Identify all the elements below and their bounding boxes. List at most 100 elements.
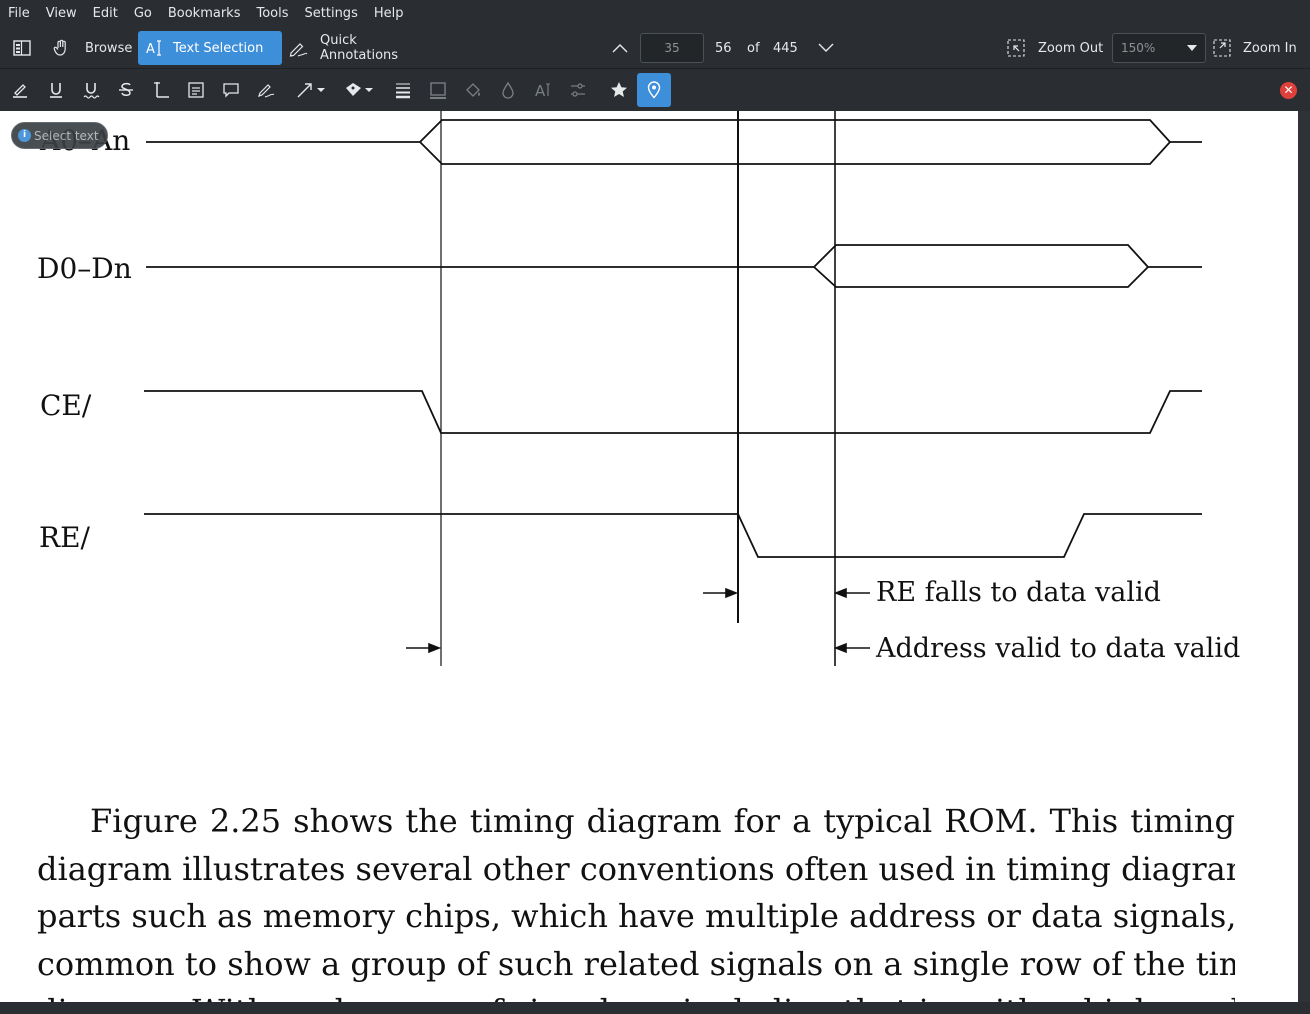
annotation-settings-button [561, 73, 595, 107]
zoom-out-icon [1007, 39, 1025, 57]
menu-go[interactable]: Go [134, 6, 152, 21]
ce-waveform [144, 390, 1202, 434]
quick-annotations-label: Quick Annotations [320, 33, 399, 63]
location-pin-icon [647, 81, 661, 99]
paragraph-line: common to show a group of such related s… [37, 944, 1235, 983]
border-color-button [421, 73, 455, 107]
quick-annotations-button[interactable]: Quick Annotations [288, 31, 438, 65]
paragraph-line: parts such as memory chips, which have m… [37, 897, 1235, 935]
fill-color-button [456, 73, 490, 107]
text-cursor-icon: A [146, 40, 161, 57]
signal-label-data: D0–Dn [37, 252, 132, 285]
text-baseline-icon [154, 82, 169, 98]
zoom-level-select[interactable]: 150% [1112, 33, 1206, 63]
bottom-bar [0, 1002, 1310, 1014]
signal-label-ce: CE/ [40, 389, 92, 422]
highlighter-icon [13, 84, 27, 98]
annotation-toolbar: A ✕ [0, 70, 1310, 110]
svg-text:A: A [146, 42, 155, 57]
document-view[interactable]: A0–An D0–Dn CE/ RE/ RE falls to data val… [0, 111, 1310, 1002]
inline-note-button[interactable] [179, 73, 213, 107]
previous-page-button[interactable] [608, 31, 632, 65]
paragraph-line: Figure 2.25 shows the timing diagram for… [90, 802, 1235, 840]
total-pages-label: 445 [773, 40, 798, 56]
annotation-address-valid: Address valid to data valid [875, 633, 1240, 664]
stamp-button[interactable] [338, 73, 378, 107]
menu-view[interactable]: View [46, 6, 77, 21]
font-button: A [526, 73, 560, 107]
next-page-button[interactable] [814, 31, 838, 65]
signal-label-re: RE/ [39, 521, 91, 554]
zoom-in-button[interactable]: Zoom In [1212, 31, 1308, 65]
sliders-icon [571, 83, 585, 97]
browse-tool-button[interactable]: Browse [48, 31, 132, 65]
stamp-icon [346, 83, 373, 96]
pdf-page: A0–An D0–Dn CE/ RE/ RE falls to data val… [0, 111, 1298, 1002]
close-annotation-toolbar-icon[interactable]: ✕ [1280, 82, 1297, 99]
current-page-label: 56 [715, 40, 732, 56]
squiggly-underline-button[interactable] [74, 73, 108, 107]
data-bus-valid [813, 244, 1150, 288]
favorite-button[interactable] [602, 73, 636, 107]
zoom-level-value: 150% [1121, 41, 1156, 55]
geometric-shapes-button[interactable] [290, 73, 330, 107]
text-selection-label: Text Selection [173, 40, 264, 56]
menu-file[interactable]: File [8, 6, 30, 21]
arrow-line-icon [297, 83, 325, 98]
zoom-out-label: Zoom Out [1038, 40, 1104, 56]
menu-settings[interactable]: Settings [305, 6, 358, 21]
timing-diagram: A0–An D0–Dn CE/ RE/ RE falls to data val… [37, 111, 1240, 666]
chevron-up-icon [612, 44, 628, 53]
menu-edit[interactable]: Edit [93, 6, 118, 21]
of-label: of [747, 40, 760, 56]
zoom-in-icon [1213, 39, 1231, 57]
select-text-tooltip: i Select text [11, 122, 108, 149]
line-width-icon [396, 83, 410, 99]
border-color-icon [430, 82, 446, 99]
typewriter-button[interactable] [144, 73, 178, 107]
annotation-re-falls: RE falls to data valid [876, 577, 1161, 608]
pin-toolbar-button[interactable] [637, 73, 671, 107]
opacity-button [491, 73, 525, 107]
popup-note-button[interactable] [214, 73, 248, 107]
underline-icon [50, 83, 62, 98]
dropdown-caret-icon [1187, 45, 1197, 51]
info-icon: i [18, 129, 31, 142]
line-width-button[interactable] [386, 73, 420, 107]
paragraph-line: diagram. With each group of signals a si… [37, 988, 1235, 1002]
comment-icon [223, 83, 239, 98]
vertical-scrollbar[interactable] [1298, 111, 1310, 1002]
menu-tools[interactable]: Tools [256, 6, 288, 21]
sidebar-toggle-button[interactable] [10, 31, 34, 65]
zoom-in-label: Zoom In [1243, 40, 1297, 56]
re-waveform [144, 513, 1202, 558]
menu-help[interactable]: Help [374, 6, 404, 21]
underline-button[interactable] [39, 73, 73, 107]
strikethrough-icon [119, 82, 133, 96]
zoom-out-button[interactable]: Zoom Out [1006, 31, 1106, 65]
strikeout-button[interactable] [109, 73, 143, 107]
tooltip-text: Select text [34, 128, 99, 143]
main-toolbar: Browse A Text Selection Quick Annotation… [0, 27, 1310, 69]
note-icon [188, 82, 204, 98]
menu-bookmarks[interactable]: Bookmarks [168, 6, 241, 21]
hand-icon [53, 39, 66, 56]
sidebar-icon [13, 40, 31, 56]
font-icon: A [535, 82, 550, 100]
freehand-pen-icon [258, 84, 275, 98]
pen-annotate-icon [289, 43, 308, 57]
address-bus-valid [419, 119, 1172, 165]
page-number-input[interactable]: 35 [640, 33, 704, 63]
text-selection-tool-button[interactable]: A Text Selection [138, 31, 282, 65]
freehand-line-button[interactable] [249, 73, 283, 107]
body-paragraph: Figure 2.25 shows the timing diagram for… [37, 798, 1235, 1002]
paragraph-line: diagram illustrates several other conven… [37, 849, 1235, 888]
browse-label: Browse [85, 40, 133, 56]
highlighter-button[interactable] [3, 73, 37, 107]
svg-text:A: A [535, 82, 546, 100]
paint-bucket-icon [466, 83, 480, 97]
menubar: File View Edit Go Bookmarks Tools Settin… [0, 0, 1310, 27]
droplet-icon [502, 81, 514, 99]
squiggly-underline-icon [83, 83, 100, 99]
star-icon [611, 82, 627, 97]
